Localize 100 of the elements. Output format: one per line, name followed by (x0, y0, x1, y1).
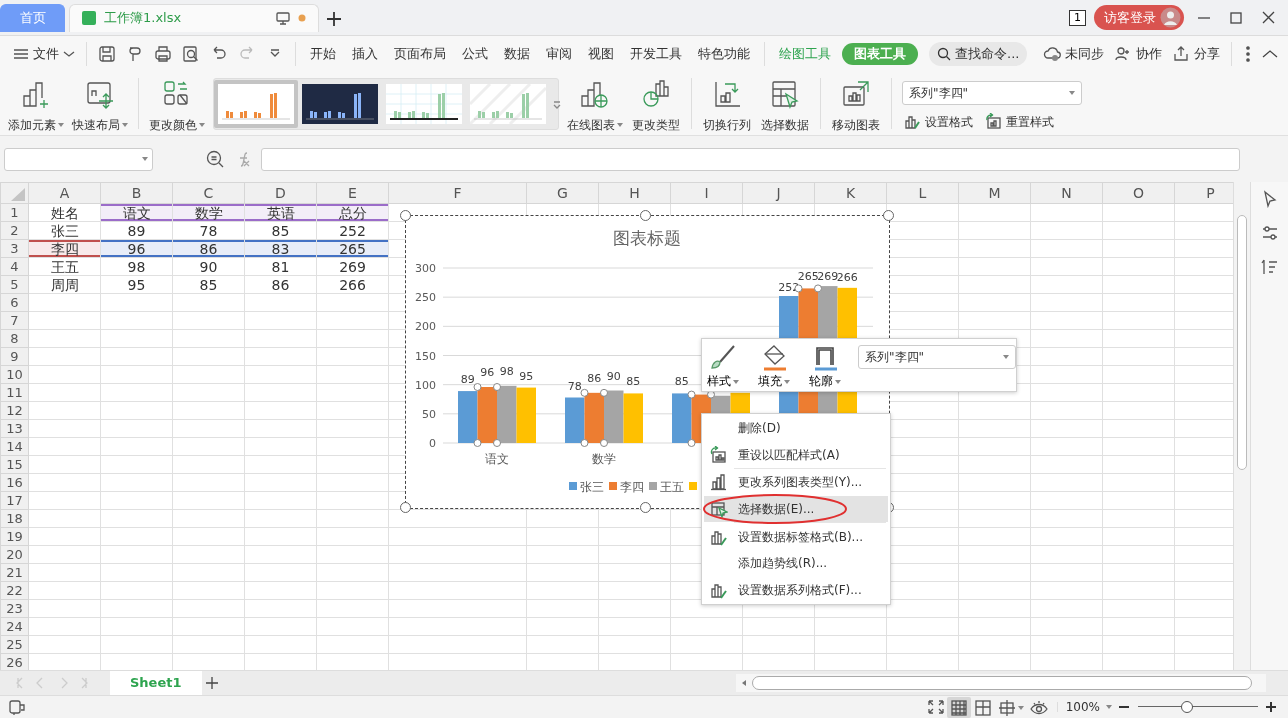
format-button[interactable]: 设置格式 (902, 112, 975, 131)
fill-button[interactable]: 填充 (756, 343, 792, 390)
ribbon-tab[interactable]: 公式 (457, 42, 493, 66)
column-header[interactable]: M (958, 182, 1031, 204)
selection-handle[interactable] (580, 388, 589, 397)
switch-row-column-button[interactable]: 切换行列 (698, 73, 756, 134)
resize-handle[interactable] (640, 502, 651, 513)
selection-handle[interactable] (600, 439, 608, 447)
slider-thumb[interactable] (1181, 701, 1194, 713)
chart-style-thumbnail[interactable] (386, 83, 462, 124)
ribbon-tab[interactable]: 审阅 (541, 42, 577, 66)
column-header[interactable]: A (28, 182, 101, 204)
zoom-dropdown[interactable]: 100% (1063, 698, 1114, 716)
selection-handle[interactable] (707, 390, 715, 399)
filter-sort-icon[interactable] (1260, 258, 1279, 276)
style-button[interactable]: 样式 (706, 343, 741, 390)
column-header[interactable]: J (742, 182, 815, 204)
context-menu-item[interactable]: 更改系列图表类型(Y)... (704, 469, 888, 496)
context-menu-item[interactable]: 设置数据系列格式(F)... (704, 576, 888, 604)
selection-handle[interactable] (473, 439, 482, 447)
context-menu-item[interactable]: 重设以匹配样式(A) (704, 441, 888, 469)
column-header[interactable]: K (814, 182, 887, 204)
select-data-button[interactable]: 选择数据 (756, 73, 814, 134)
sliders-icon[interactable] (1260, 224, 1279, 242)
zoom-slider[interactable] (1138, 701, 1258, 713)
resize-handle[interactable] (640, 210, 651, 221)
ribbon-tab[interactable]: 开发工具 (625, 42, 687, 66)
bar[interactable] (565, 397, 585, 443)
ribbon-tab[interactable]: 特色功能 (693, 42, 755, 66)
column-header[interactable]: N (1030, 182, 1103, 204)
bar[interactable] (497, 385, 517, 443)
context-menu-item[interactable]: 设置数据标签格式(B)... (704, 523, 888, 550)
context-menu-item[interactable]: 添加趋势线(R)... (704, 549, 888, 577)
collaborate-button[interactable]: 协作 (1109, 42, 1167, 66)
print-preview-icon[interactable] (182, 45, 200, 63)
resize-handle[interactable] (400, 210, 411, 221)
document-tab[interactable]: 工作簿1.xlsx (69, 3, 319, 32)
selection-handle[interactable] (814, 284, 822, 293)
reading-mode-icon[interactable] (1029, 698, 1048, 717)
legend-item[interactable]: 王五 (649, 480, 684, 494)
login-button[interactable]: 访客登录 (1094, 5, 1184, 30)
online-chart-button[interactable]: 在线图表 (563, 73, 627, 134)
column-header[interactable]: B (100, 182, 173, 204)
macro-icon[interactable] (8, 698, 28, 716)
selection-handle[interactable] (493, 439, 501, 447)
chart-style-thumbnail[interactable] (218, 83, 294, 124)
reset-style-button[interactable]: 重置样式 (983, 112, 1056, 131)
pie-bar-chart-button[interactable]: 更改类型 (627, 73, 685, 134)
column-header[interactable]: G (526, 182, 599, 204)
file-menu[interactable]: 文件 (8, 42, 80, 66)
bar[interactable] (672, 393, 692, 443)
save-icon[interactable] (98, 45, 116, 63)
scrollbar-thumb[interactable] (1236, 215, 1248, 470)
column-header[interactable]: P (1174, 182, 1233, 204)
page-break-icon[interactable] (997, 698, 1016, 717)
normal-view-icon[interactable] (949, 698, 968, 717)
selection-handle[interactable] (600, 388, 608, 397)
quick-layout-button[interactable]: 快速布局 (68, 73, 132, 134)
column-header[interactable]: O (1102, 182, 1175, 204)
chart-title[interactable]: 图表标题 (613, 228, 681, 248)
column-header[interactable]: C (172, 182, 245, 204)
resize-handle[interactable] (400, 502, 411, 513)
move-chart-button[interactable]: 移动图表 (827, 73, 885, 134)
column-header[interactable]: D (244, 182, 317, 204)
add-element-button[interactable]: 添加元素 (4, 73, 68, 134)
column-header[interactable]: E (316, 182, 389, 204)
selection-handle[interactable] (493, 383, 501, 391)
chart-style-thumbnail[interactable] (470, 83, 546, 124)
outline-button[interactable]: 轮廓 (807, 343, 843, 390)
formula-input-field[interactable] (261, 147, 1240, 171)
selection-handle[interactable] (687, 439, 696, 447)
resize-handle[interactable] (883, 210, 894, 221)
format-painter-icon[interactable] (126, 45, 144, 63)
sync-status-button[interactable]: 未同步 (1038, 42, 1109, 66)
ribbon-tab[interactable]: 插入 (347, 42, 383, 66)
scrollbar-thumb[interactable] (752, 676, 1252, 690)
ribbon-tab[interactable]: 页面布局 (389, 42, 451, 66)
change-colors-button[interactable]: 更改颜色 (145, 73, 209, 134)
ribbon-tab[interactable]: 数据 (499, 42, 535, 66)
chart-style-thumbnail[interactable] (302, 83, 378, 124)
zoom-icon[interactable] (205, 149, 225, 169)
selection-handle[interactable] (580, 439, 589, 447)
legend-item[interactable]: 李四 (609, 480, 644, 494)
selection-handle[interactable] (473, 383, 482, 391)
series-dropdown[interactable]: 系列"李四" (858, 345, 1016, 369)
share-button[interactable]: 分享 (1167, 42, 1225, 66)
page-layout-icon[interactable] (973, 698, 992, 717)
window-count-badge[interactable]: 1 (1069, 9, 1086, 26)
legend-item[interactable]: 张三 (569, 480, 604, 494)
column-header[interactable]: I (670, 182, 743, 204)
ribbon-tab[interactable]: 开始 (305, 42, 341, 66)
series-dropdown[interactable]: 系列"李四" (902, 80, 1082, 105)
ribbon-tab[interactable]: 视图 (583, 42, 619, 66)
column-header[interactable]: F (388, 182, 527, 204)
print-icon[interactable] (154, 45, 172, 63)
column-header[interactable]: L (886, 182, 959, 204)
command-search-field[interactable]: 查找命令... (929, 42, 1028, 66)
context-menu-item[interactable]: 删除(D) (704, 415, 888, 442)
selection-handle[interactable] (687, 390, 696, 399)
column-header[interactable]: H (598, 182, 671, 204)
